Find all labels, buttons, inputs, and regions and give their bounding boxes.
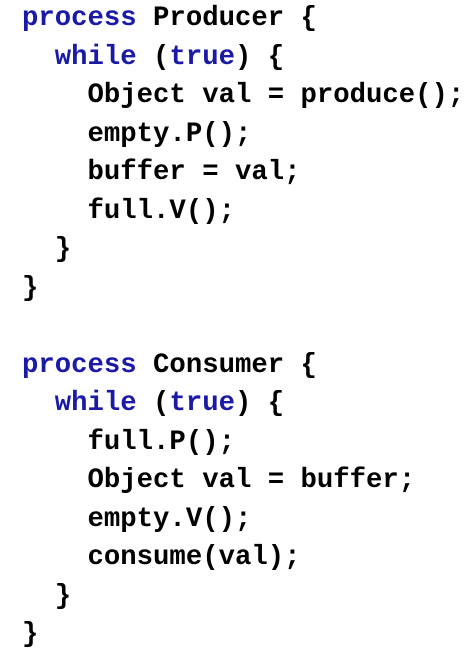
code-keyword: while (54, 41, 137, 73)
code-keyword: while (54, 388, 137, 419)
code-line: Object val = buffer; (22, 462, 464, 501)
code-token: consume(val); (87, 542, 301, 573)
code-line: while (true) { (22, 39, 464, 78)
code-token: Consumer { (136, 349, 317, 381)
code-token: empty.V(); (87, 503, 252, 535)
code-token: Producer { (136, 3, 317, 34)
code-line: empty.V(); (22, 501, 464, 540)
code-line: while (true) { (22, 385, 464, 424)
code-line: } (22, 578, 464, 617)
code-token: full.V(); (87, 195, 235, 227)
code-line: consume(val); (22, 539, 464, 578)
code-line: } (22, 231, 464, 270)
code-token: } (54, 234, 72, 265)
code-keyword: true (169, 41, 235, 73)
code-token: empty.P(); (87, 118, 252, 150)
code-line: process Producer { (22, 0, 464, 39)
code-token: Object val = buffer; (87, 465, 416, 496)
code-token: full.P(); (87, 426, 235, 458)
code-token: } (22, 272, 39, 304)
code-token: } (22, 619, 39, 650)
code-line: } (22, 616, 464, 655)
code-token: Object val = produce(); (87, 80, 465, 111)
code-line: empty.P(); (22, 116, 464, 155)
code-token: ) { (234, 41, 285, 73)
code-line: } (22, 270, 464, 309)
code-keyword: process (22, 349, 137, 381)
code-token: ( (136, 41, 170, 73)
code-line: process Consumer { (22, 347, 464, 386)
code-listing: process Producer { while (true) { Object… (22, 0, 464, 655)
code-line: buffer = val; (22, 154, 464, 193)
code-line: full.P(); (22, 424, 464, 463)
code-token: buffer = val; (87, 157, 301, 188)
code-line: full.V(); (22, 193, 464, 232)
code-token: ( (136, 388, 170, 419)
code-token: ) { (234, 388, 285, 419)
code-line: Object val = produce(); (22, 77, 465, 116)
code-keyword: process (22, 3, 137, 34)
code-keyword: true (169, 388, 235, 419)
code-token: } (54, 580, 72, 612)
